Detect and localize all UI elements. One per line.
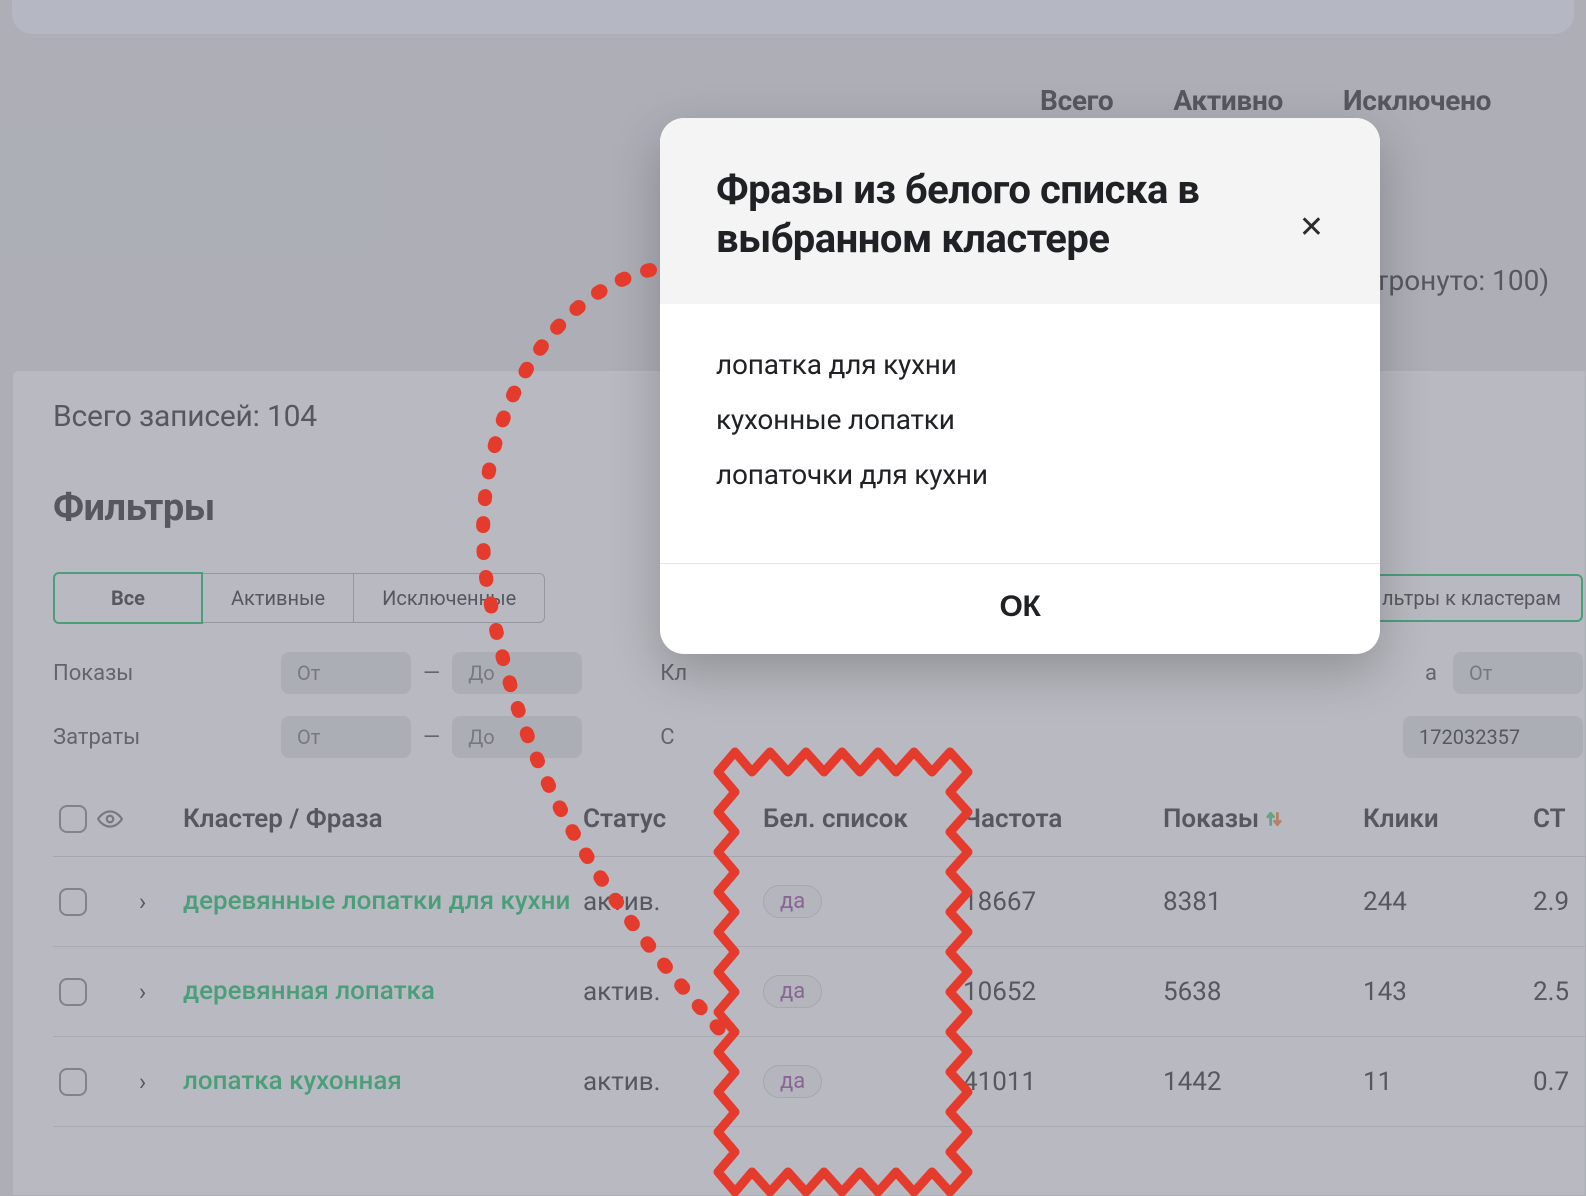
- whitelist-phrase: лопатка для кухни: [716, 348, 1324, 381]
- ok-button[interactable]: ОК: [999, 590, 1040, 624]
- modal-body: лопатка для кухни кухонные лопатки лопаточ…: [660, 304, 1380, 563]
- close-icon[interactable]: ✕: [1299, 166, 1324, 245]
- modal-title: Фразы из белого списка в выбранном класт…: [716, 166, 1299, 264]
- whitelist-phrase: кухонные лопатки: [716, 403, 1324, 436]
- whitelist-modal: Фразы из белого списка в выбранном класт…: [660, 118, 1380, 654]
- whitelist-phrase: лопаточки для кухни: [716, 458, 1324, 491]
